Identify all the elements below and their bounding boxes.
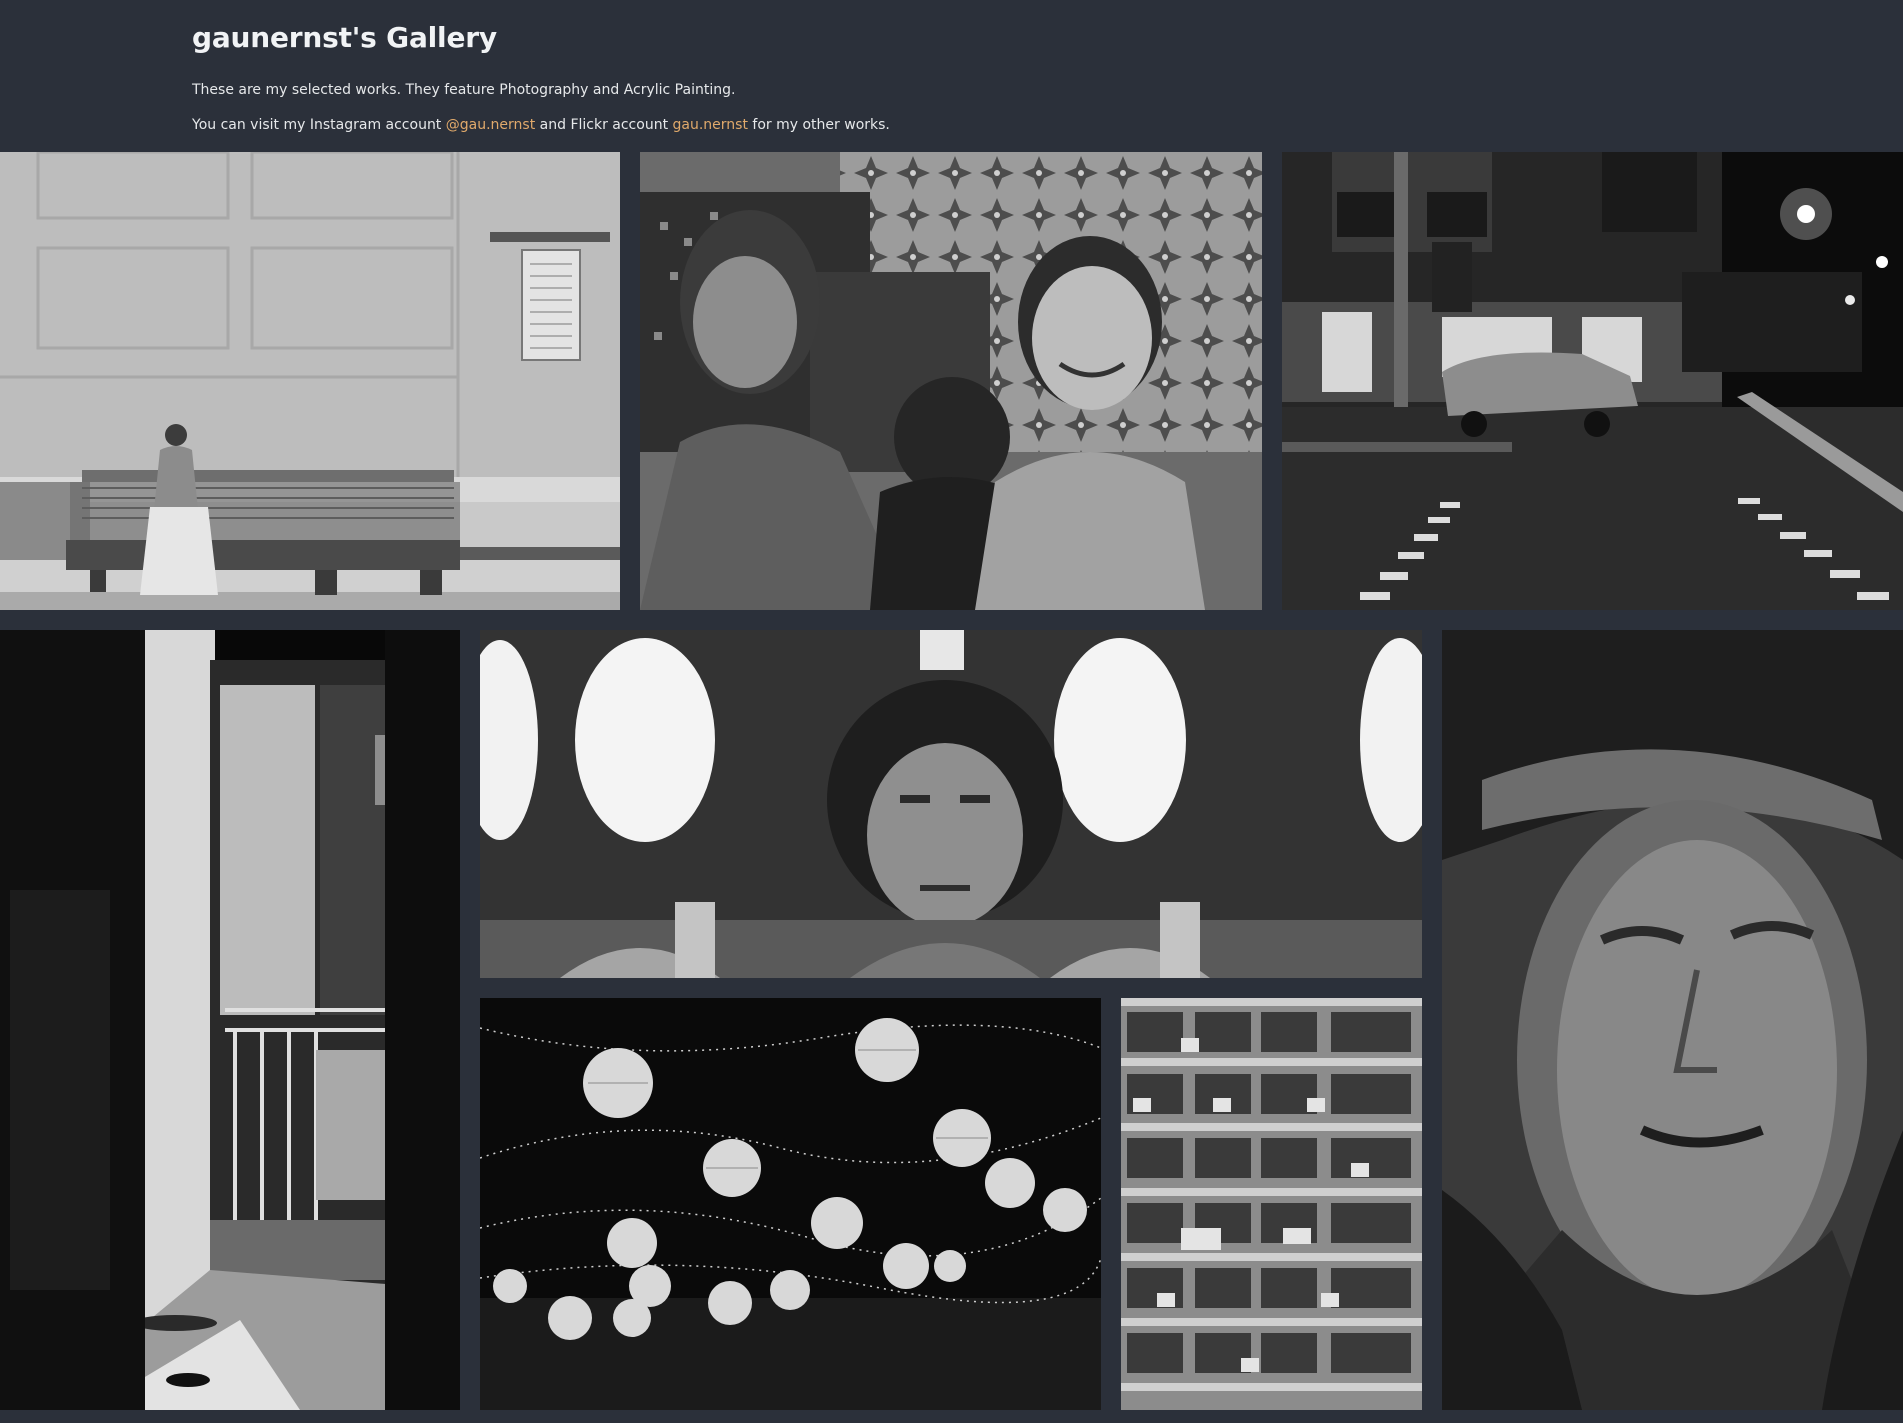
- gallery-tile-woman-on-bench[interactable]: [0, 152, 620, 610]
- gallery-tile-mural-man-and-boy[interactable]: [640, 152, 1262, 610]
- flickr-link[interactable]: gau.nernst: [673, 117, 748, 133]
- links-middle-text: and Flickr account: [535, 117, 673, 133]
- night-street-crossing-image: [1282, 152, 1903, 610]
- gallery-tile-night-street[interactable]: [1282, 152, 1903, 610]
- gallery-tile-paper-lanterns[interactable]: [480, 998, 1101, 1410]
- mural-man-and-boy-image: [640, 152, 1262, 610]
- links-suffix-text: for my other works.: [747, 117, 890, 133]
- links-prefix-text: You can visit my Instagram account: [192, 117, 446, 133]
- paper-lanterns-image: [480, 998, 1101, 1410]
- gallery-tile-mural-boy-portrait[interactable]: [480, 630, 1422, 978]
- mural-boy-portrait-image: [480, 630, 1422, 978]
- gallery-header: gaunernst's Gallery These are my selecte…: [192, 18, 1863, 135]
- doorway-light-image: [0, 630, 460, 1410]
- page-title: gaunernst's Gallery: [192, 21, 497, 54]
- gallery-tile-apartment-block[interactable]: [1121, 998, 1422, 1410]
- apartment-block-image: [1121, 998, 1422, 1410]
- gallery-tile-doorway-light[interactable]: [0, 630, 460, 1410]
- gallery-tile-face-portrait[interactable]: [1442, 630, 1903, 1410]
- face-portrait-painting-image: [1442, 630, 1903, 1410]
- woman-on-bench-image: [0, 152, 620, 610]
- intro-text: These are my selected works. They featur…: [192, 82, 736, 98]
- social-links-text: You can visit my Instagram account @gau.…: [192, 115, 1863, 135]
- gallery-page: gaunernst's Gallery These are my selecte…: [0, 0, 1903, 1423]
- instagram-link[interactable]: @gau.nernst: [446, 117, 535, 133]
